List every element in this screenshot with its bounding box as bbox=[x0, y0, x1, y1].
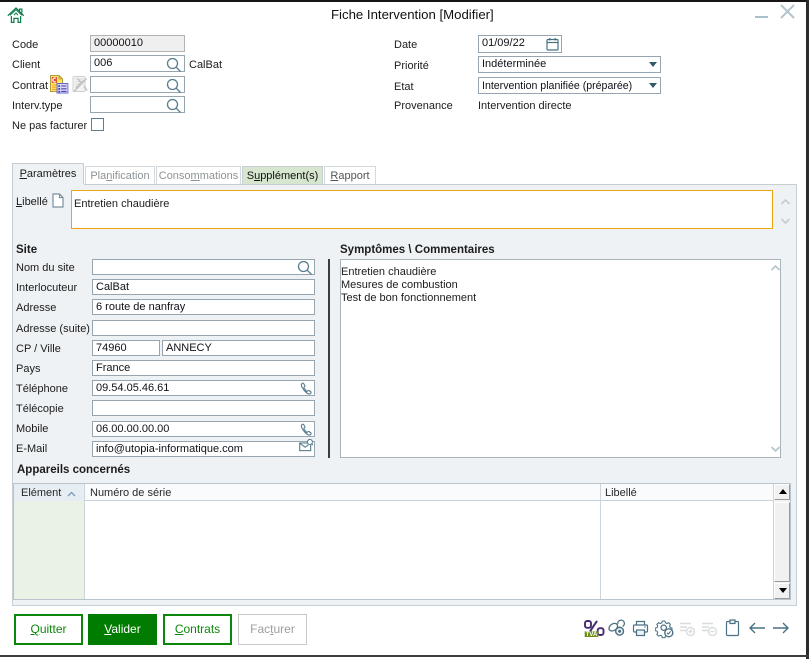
svg-text:TVA: TVA bbox=[586, 632, 598, 638]
